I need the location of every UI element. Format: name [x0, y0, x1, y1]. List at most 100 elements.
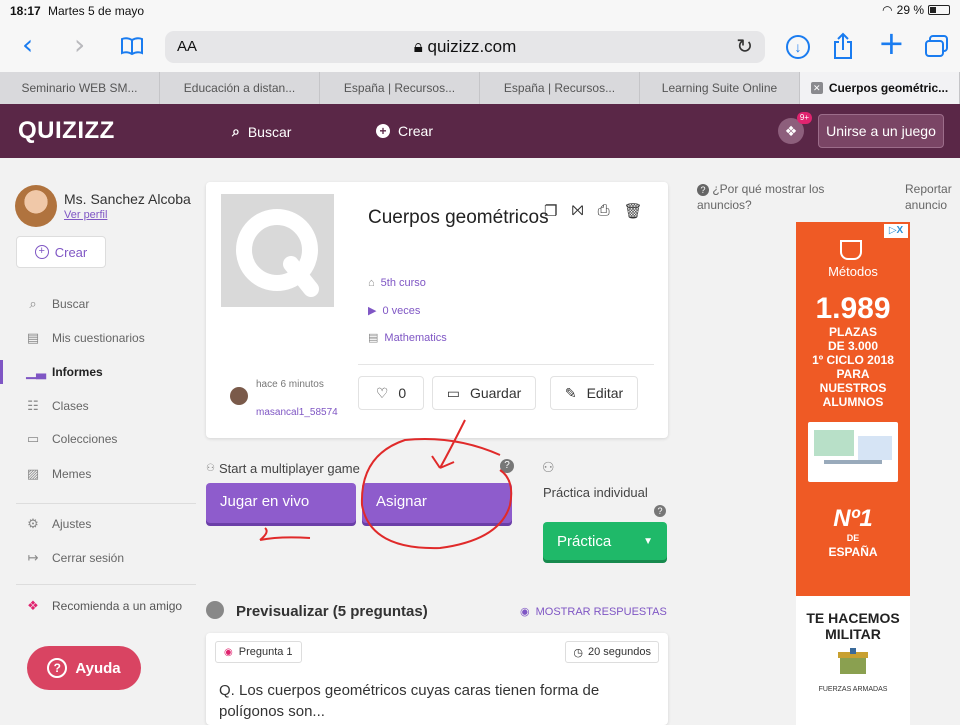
author-time: hace 6 minutos — [256, 379, 324, 390]
document-icon: ▤ — [26, 330, 40, 345]
url-text: quizizz.com — [427, 37, 517, 56]
author-avatar — [230, 387, 248, 405]
user-name: Ms. Sanchez Alcoba — [64, 191, 191, 207]
save-button[interactable]: ▭ Guardar — [432, 376, 536, 410]
ad-bottom-title: TE HACEMOS MILITAR — [806, 610, 900, 642]
caret-down-icon[interactable]: ▼ — [643, 536, 653, 547]
sidebar: Ms. Sanchez Alcoba Ver perfil + Crear ⌕ … — [0, 158, 197, 725]
browser-tab[interactable]: España | Recursos... — [320, 72, 480, 104]
tabs-overview-icon[interactable] — [924, 34, 950, 58]
battery-percent: 29 % — [896, 3, 924, 17]
sidebar-item-label: Mis cuestionarios — [52, 331, 145, 345]
browser-tab[interactable]: Educación a distan... — [160, 72, 320, 104]
nav-search-link[interactable]: ⌕ Buscar — [232, 123, 291, 140]
quiz-plays: ▶ 0 veces — [368, 304, 421, 318]
trash-icon[interactable]: 🗑︎ — [624, 202, 643, 220]
quiz-actions: ❐ ⨝ ⎙ 🗑︎ — [544, 202, 643, 220]
avatar[interactable] — [15, 185, 57, 227]
question-label: ◉ Pregunta 1 — [215, 641, 302, 663]
nav-create-label: Crear — [398, 123, 434, 139]
sidebar-item-buscar[interactable]: ⌕ Buscar — [0, 292, 197, 316]
battery-indicator: ◠ 29 % — [882, 3, 950, 17]
tab-label: Cuerpos geométric... — [828, 81, 949, 95]
sidebar-item-label: Colecciones — [52, 432, 118, 446]
new-tab-icon[interactable]: + — [878, 26, 905, 60]
print-icon[interactable]: ⎙ — [598, 202, 610, 220]
close-tab-icon[interactable]: ✕ — [810, 82, 823, 94]
forward-icon[interactable]: › — [74, 28, 85, 62]
like-button[interactable]: ♡ 0 — [358, 376, 424, 410]
sidebar-item-memes[interactable]: ▨ Memes — [0, 462, 197, 486]
edit-button[interactable]: ✎ Editar — [550, 376, 638, 410]
ad-banner[interactable]: ▷X Métodos 1.989 PLAZAS DE 3.000 1º CICL… — [796, 222, 910, 617]
ad-bottom-caption: FUERZAS ARMADAS — [818, 686, 888, 693]
like-count: 0 — [398, 385, 407, 401]
question-label-text: Pregunta 1 — [238, 646, 293, 658]
sidebar-item-label: Clases — [52, 399, 89, 413]
ad-screens-image — [808, 422, 898, 482]
sidebar-item-informes[interactable]: ▁▃ Informes — [0, 360, 197, 384]
help-button[interactable]: ? Ayuda — [27, 646, 141, 690]
sidebar-item-recommend[interactable]: ❖ Recomienda a un amigo — [0, 594, 197, 618]
ad-report-link[interactable]: Reportar anuncio — [905, 181, 960, 213]
sidebar-item-colecciones[interactable]: ▭ Colecciones — [0, 427, 197, 451]
adchoices-icon[interactable]: ▷X — [884, 224, 908, 238]
sidebar-create-button[interactable]: + Crear — [16, 236, 106, 268]
ad-big-number: 1.989 — [815, 292, 891, 325]
show-answers-label: MOSTRAR RESPUESTAS — [535, 605, 667, 618]
sidebar-item-label: Informes — [52, 365, 103, 379]
browser-tab[interactable]: España | Recursos... — [480, 72, 640, 104]
sidebar-item-mis-cuestionarios[interactable]: ▤ Mis cuestionarios — [0, 326, 197, 350]
quiz-grade-label: 5th curso — [380, 277, 426, 289]
browser-tab[interactable]: Learning Suite Online — [640, 72, 800, 104]
sidebar-item-label: Buscar — [52, 297, 90, 311]
share-icon[interactable]: ⨝ — [571, 202, 583, 220]
gift-icon[interactable]: ❖ 9+ — [778, 112, 812, 144]
nav-create-link[interactable]: + Crear — [376, 123, 433, 139]
view-profile-link[interactable]: Ver perfil — [64, 209, 107, 221]
sidebar-item-logout[interactable]: ↦ Cerrar sesión — [0, 546, 197, 570]
quizizz-logo[interactable]: QUIZIZZ — [18, 117, 115, 145]
plus-circle-icon: + — [376, 124, 390, 138]
status-time: 18:17 — [10, 4, 41, 18]
site-navbar: QUIZIZZ ⌕ Buscar + Crear ❖ 9+ Unirse a u… — [0, 104, 960, 158]
graduation-cap-icon: ⌂ — [368, 277, 375, 289]
bookmarks-icon[interactable] — [120, 36, 144, 56]
brand-icon — [840, 240, 862, 260]
sidebar-item-label: Recomienda a un amigo — [52, 599, 183, 613]
browser-tab-active[interactable]: ✕ Cuerpos geométric... — [800, 72, 960, 104]
quiz-title: Cuerpos geométricos — [368, 207, 549, 228]
notification-badge: 9+ — [796, 112, 812, 124]
address-bar[interactable]: AA 🔒︎ quizizz.com ↻ — [165, 31, 765, 63]
download-icon[interactable]: ↓ — [786, 35, 810, 59]
ad-banner-bottom[interactable]: TE HACEMOS MILITAR FUERZAS ARMADAS — [796, 596, 910, 725]
sidebar-divider — [16, 503, 196, 504]
show-answers-button[interactable]: ◉ MOSTRAR RESPUESTAS — [520, 605, 667, 619]
sidebar-item-clases[interactable]: ☷ Clases — [0, 394, 197, 418]
sidebar-item-label: Ajustes — [52, 517, 92, 531]
browser-toolbar: ‹ › AA 🔒︎ quizizz.com ↻ ↓ + — [0, 22, 960, 72]
reload-icon[interactable]: ↻ — [736, 34, 753, 59]
practice-button[interactable]: Práctica ▼ — [543, 522, 667, 560]
quiz-plays-label: 0 veces — [382, 304, 421, 317]
duplicate-icon[interactable]: ❐ — [544, 202, 557, 220]
folder-icon: ▭ — [26, 431, 40, 446]
sidebar-item-ajustes[interactable]: ⚙ Ajustes — [0, 512, 197, 536]
browser-tab[interactable]: Seminario WEB SM... — [0, 72, 160, 104]
quiz-grade: ⌂ 5th curso — [368, 277, 426, 289]
quiz-thumbnail — [221, 194, 334, 307]
solo-help-icon[interactable]: ? — [654, 505, 666, 517]
edit-label: Editar — [586, 385, 624, 401]
back-icon[interactable]: ‹ — [22, 28, 33, 62]
heart-icon: ♡ — [375, 384, 389, 401]
ad-brand: Métodos — [828, 264, 878, 279]
lock-icon: 🔒︎ — [413, 37, 423, 56]
join-game-button[interactable]: Unirse a un juego — [818, 114, 944, 148]
question-icon: ? — [47, 658, 68, 678]
ad-why-link[interactable]: ? ¿Por qué mostrar los anuncios? — [697, 181, 877, 213]
sidebar-divider — [16, 584, 196, 585]
browser-tab-bar: Seminario WEB SM... Educación a distan..… — [0, 72, 960, 104]
share-icon[interactable] — [832, 32, 854, 60]
ad-line: PARA — [836, 367, 870, 381]
quiz-subject: ▤ Mathematics — [368, 331, 447, 345]
